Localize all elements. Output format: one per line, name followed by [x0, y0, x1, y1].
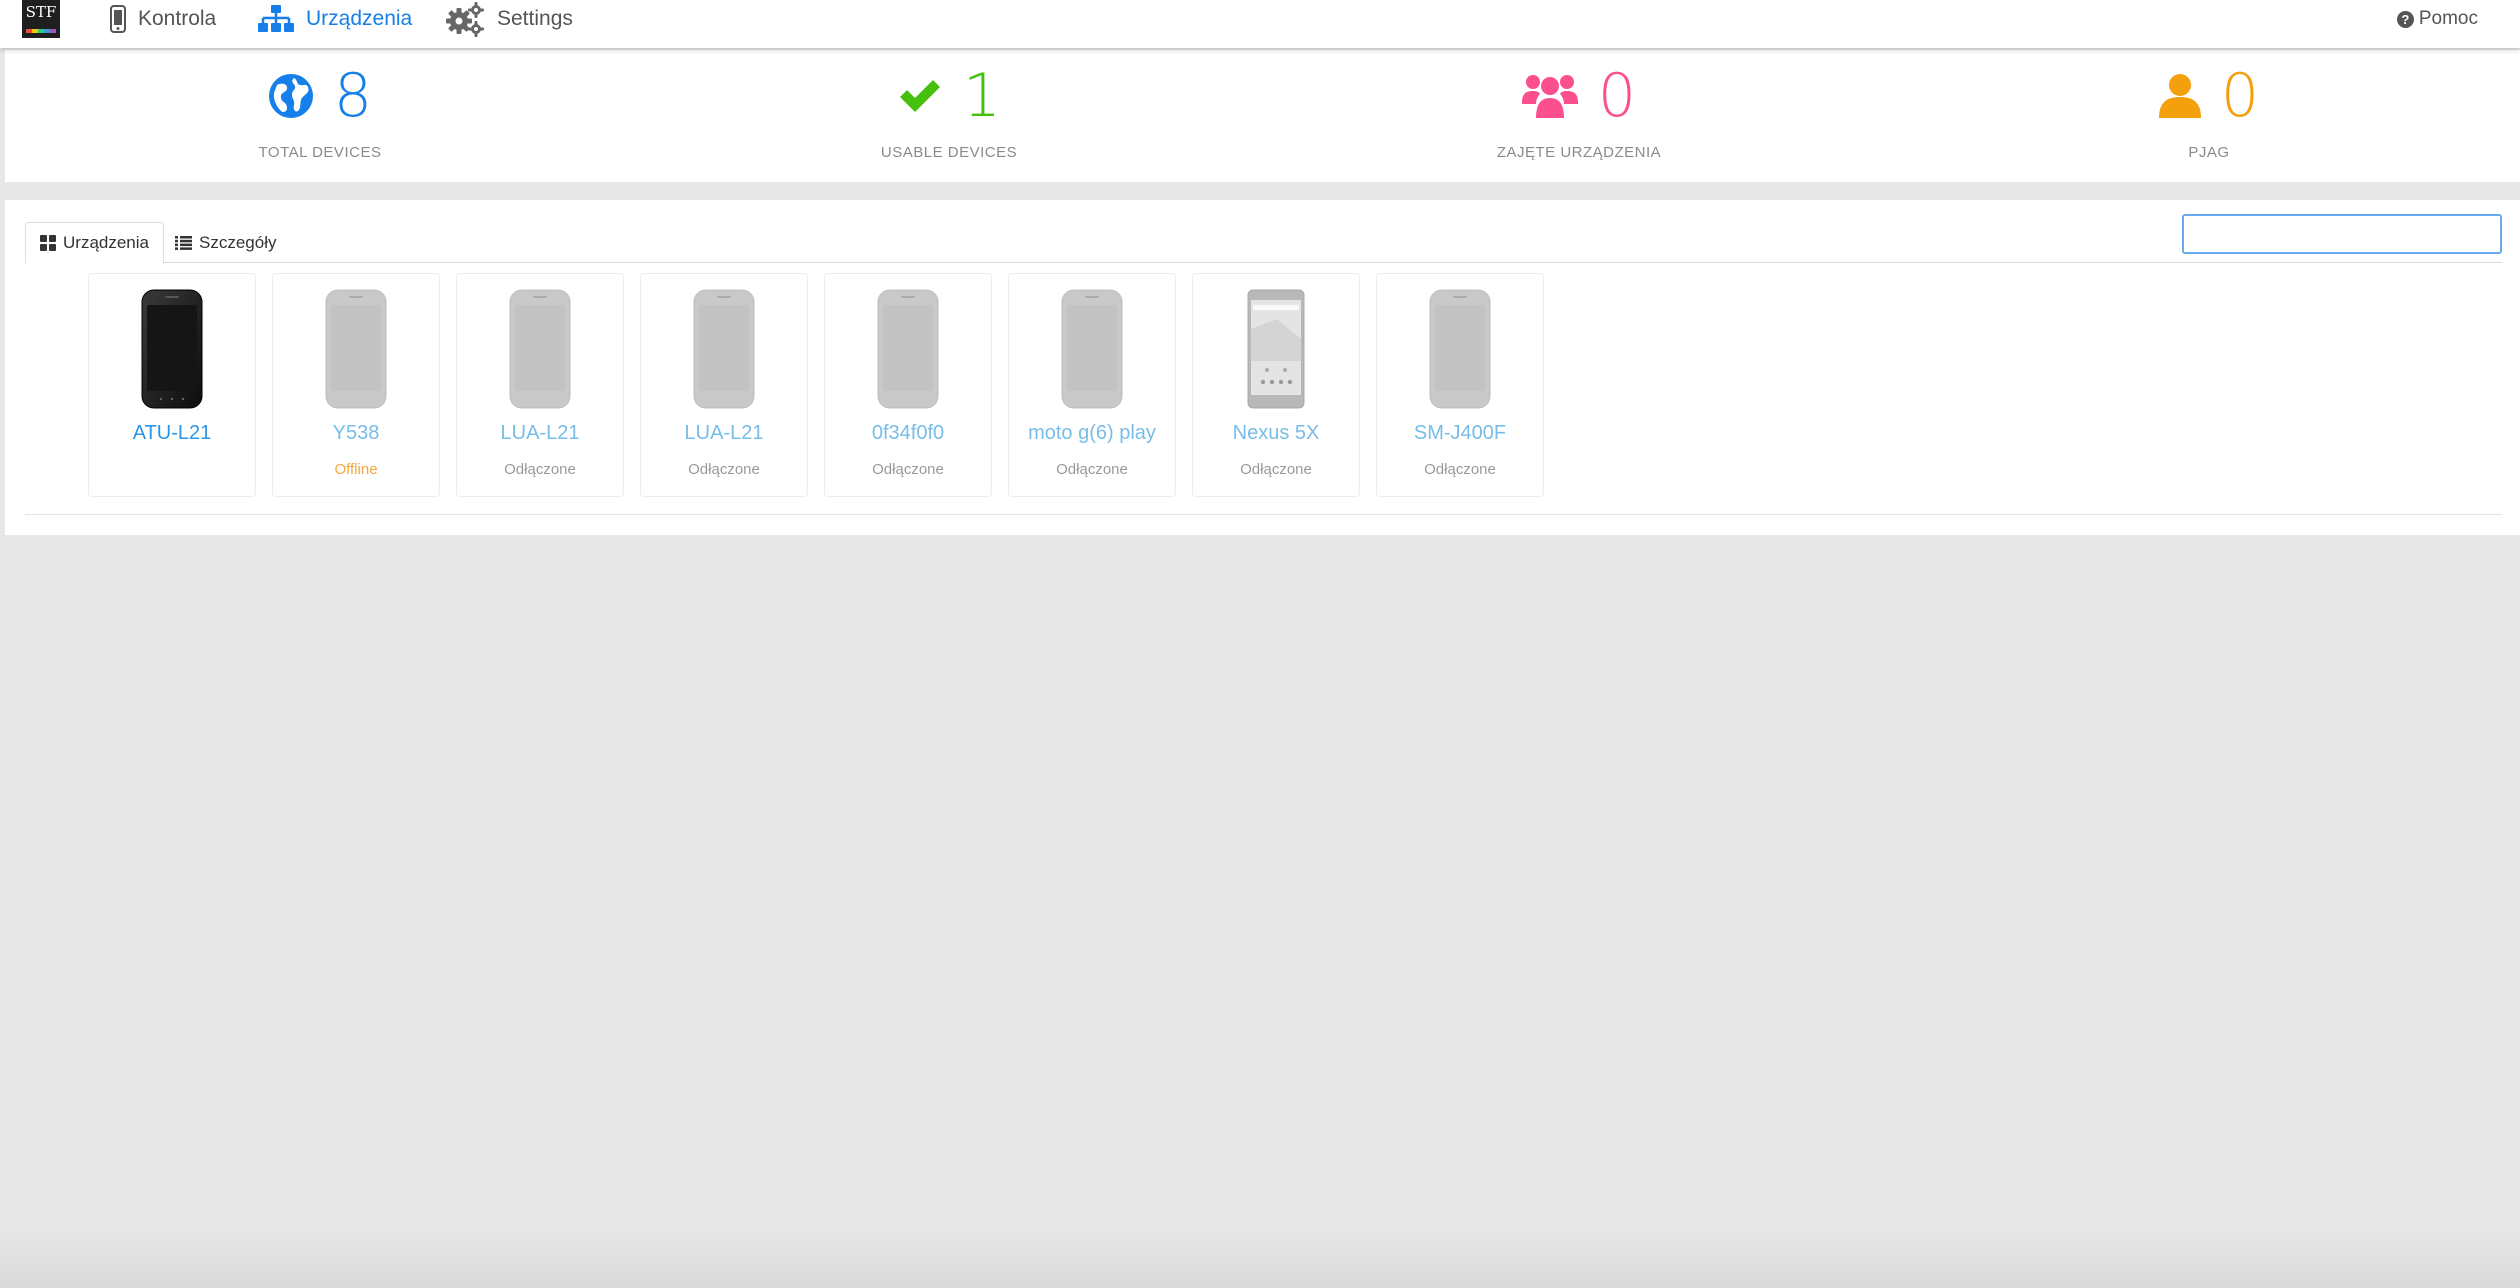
device-card[interactable]: LUA-L21 Odłączone: [456, 273, 624, 497]
device-name: ATU-L21: [132, 422, 212, 444]
tab-details[interactable]: Szczegóły: [161, 222, 290, 264]
nav-item-label: Urządzenia: [306, 7, 413, 30]
device-name: LUA-L21: [684, 422, 764, 444]
device-card[interactable]: Y538 Offline: [272, 273, 440, 497]
stat-busy-devices: 0 ZAJĘTE URZĄDZENIA: [1379, 50, 1779, 182]
stat-label: USABLE DEVICES: [880, 144, 1018, 161]
user-icon: [2158, 74, 2201, 118]
gears-icon: [446, 2, 484, 37]
phone-device-icon: [1061, 289, 1123, 409]
stat-value: 8: [333, 61, 373, 131]
device-status: Odłączone: [504, 461, 576, 478]
device-card[interactable]: moto g(6) play Odłączone: [1008, 273, 1176, 497]
th-large-icon: [40, 235, 56, 251]
stat-label: TOTAL DEVICES: [258, 144, 382, 161]
nav-item-urzadzenia[interactable]: Urządzenia: [258, 0, 412, 38]
tab-label: Urządzenia: [63, 233, 149, 252]
sitemap-icon: [258, 5, 294, 32]
stat-value: 0: [1597, 61, 1637, 131]
device-card[interactable]: Nexus 5X Odłączone: [1192, 273, 1360, 497]
logo-color-bar: [26, 29, 56, 33]
tab-label: Szczegóły: [199, 233, 277, 252]
users-icon: [1521, 75, 1578, 118]
logo-text: STF: [25, 3, 57, 21]
phone-device-icon: [693, 289, 755, 409]
phone-device-icon: [1429, 289, 1491, 409]
check-icon: [899, 80, 940, 112]
stats-panel: 8 TOTAL DEVICES 1 USABLE DEVICES 0 ZAJĘT…: [5, 50, 2520, 182]
device-name: LUA-L21: [500, 422, 580, 444]
device-status: Odłączone: [688, 461, 760, 478]
device-status: Odłączone: [1424, 461, 1496, 478]
stat-usable-devices: 1 USABLE DEVICES: [749, 50, 1149, 182]
device-card[interactable]: LUA-L21 Odłączone: [640, 273, 808, 497]
device-status: Odłączone: [1240, 461, 1312, 478]
mobile-phone-icon: [110, 5, 126, 33]
device-name: moto g(6) play: [1028, 422, 1156, 444]
device-search-input[interactable]: [2182, 214, 2502, 254]
nav-item-settings[interactable]: Settings: [445, 0, 573, 38]
question-circle-icon: ?: [2396, 10, 2414, 28]
stat-label: PJAG: [2188, 144, 2230, 161]
device-status: Odłączone: [1056, 461, 1128, 478]
bottom-shadow: [0, 1230, 2520, 1288]
phone-device-icon: [325, 289, 387, 409]
stat-label: ZAJĘTE URZĄDZENIA: [1496, 144, 1662, 161]
phone-device-icon: [509, 289, 571, 409]
device-card[interactable]: ATU-L21: [88, 273, 256, 497]
panel-divider: [25, 514, 2502, 515]
devices-panel: Urządzenia Szczegóły ATU-L21 Y538 Offlin…: [5, 200, 2520, 535]
device-card[interactable]: SM-J400F Odłączone: [1376, 273, 1544, 497]
list-icon: [175, 236, 192, 250]
device-name: Nexus 5X: [1232, 422, 1320, 444]
device-card[interactable]: 0f34f0f0 Odłączone: [824, 273, 992, 497]
phone-device-icon: [877, 289, 939, 409]
device-status: Offline: [334, 461, 378, 478]
tabs-divider: [25, 262, 2502, 263]
nav-item-kontrola[interactable]: Kontrola: [110, 0, 216, 38]
stf-logo[interactable]: STF: [22, 0, 60, 38]
device-name: Y538: [332, 422, 380, 444]
tab-devices-grid[interactable]: Urządzenia: [25, 222, 164, 264]
globe-icon: [268, 74, 313, 118]
device-status: Odłączone: [872, 461, 944, 478]
device-name: SM-J400F: [1413, 422, 1507, 444]
top-navbar: STF Kontrola Urządzenia Settings ? Pomoc: [0, 0, 2520, 48]
help-link[interactable]: ? Pomoc: [2396, 0, 2478, 38]
stat-pjag: 0 PJAG: [2009, 50, 2409, 182]
nav-item-label: Settings: [497, 7, 573, 30]
nav-item-label: Kontrola: [138, 7, 217, 30]
phone-device-icon: [141, 289, 203, 409]
stat-total-devices: 8 TOTAL DEVICES: [120, 50, 520, 182]
stat-value: 1: [962, 61, 1002, 131]
phone-device-icon: [1247, 289, 1305, 409]
device-name: 0f34f0f0: [871, 422, 945, 444]
stat-value: 0: [2220, 61, 2260, 131]
help-label: Pomoc: [2418, 8, 2478, 29]
